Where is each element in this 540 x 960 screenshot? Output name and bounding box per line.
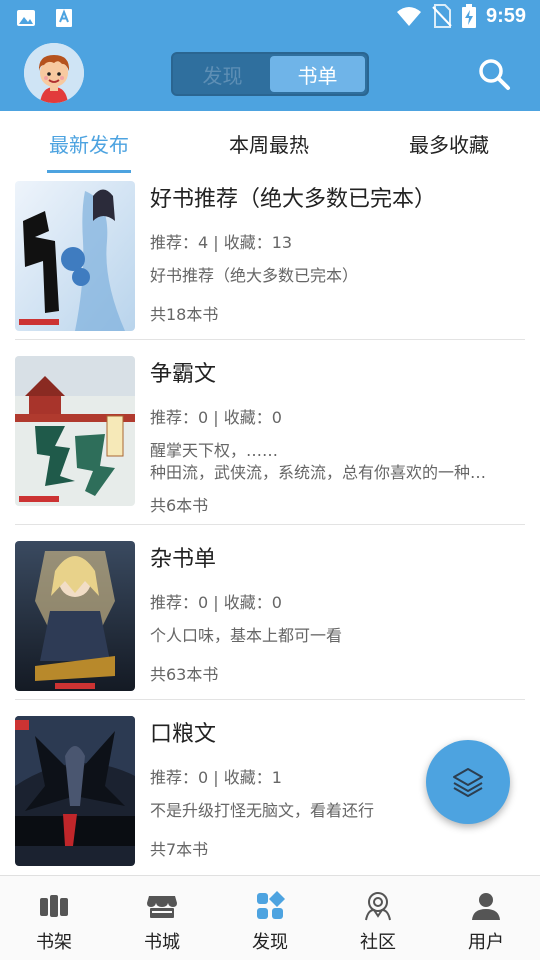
booklist-description: 醒掌天下权，…… 种田流，武侠流，系统流，总有你喜欢的一种… [150,441,487,482]
layers-icon [453,768,483,797]
booklist-title: 争霸文 [150,362,217,387]
app-notification-icon [56,9,72,27]
nav-label: 书架 [36,932,72,953]
nav-bookshelf[interactable]: 书架 [0,876,108,960]
nav-label: 发现 [252,932,288,953]
booklist-stats: 推荐：4 | 收藏：13 [150,233,293,252]
booklist-book-count: 共63本书 [150,665,219,684]
tab-indicator [47,170,131,173]
nav-label: 社区 [360,932,396,953]
segmented-control: 发现 书单 [171,52,369,96]
bottom-navigation: 书架 书城 发现 社区 用户 [0,875,540,960]
booklist-stats: 推荐：0 | 收藏：0 [150,593,282,612]
gallery-notification-icon [17,10,35,26]
app-header: 发现 书单 [0,36,540,111]
tab-most-favorited[interactable]: 最多收藏 [409,129,489,158]
status-bar: 9:59 [0,0,540,36]
discover-icon [257,891,285,919]
booklist-book-count: 共18本书 [150,305,219,324]
booklist-book-count: 共7本书 [150,840,209,859]
nav-community[interactable]: 社区 [324,876,432,960]
layers-fab-button[interactable] [426,740,510,824]
book-cover [15,541,135,691]
booklist-item[interactable]: 杂书单 推荐：0 | 收藏：0 个人口味，基本上都可一看 共63本书 [15,525,525,700]
booklist-stats: 推荐：0 | 收藏：0 [150,408,282,427]
tab-bar: 最新发布 本周最热 最多收藏 [0,111,540,175]
booklist-item[interactable]: 争霸文 推荐：0 | 收藏：0 醒掌天下权，…… 种田流，武侠流，系统流，总有你… [15,340,525,525]
booklist-title: 口粮文 [150,722,217,747]
booklist-stats: 推荐：0 | 收藏：1 [150,768,282,787]
book-cover [15,356,135,506]
booklist-description: 个人口味，基本上都可一看 [150,626,343,645]
booklist-description: 好书推荐（绝大多数已完本） [150,266,359,285]
booklist-item[interactable]: 好书推荐（绝大多数已完本） 推荐：4 | 收藏：13 好书推荐（绝大多数已完本）… [15,175,525,340]
no-sim-icon [432,4,452,28]
booklist-title: 好书推荐（绝大多数已完本） [150,187,437,212]
booklist-title: 杂书单 [150,547,217,572]
booklist-book-count: 共6本书 [150,496,209,515]
book-cover [15,716,135,866]
tab-weekly-hot[interactable]: 本周最热 [229,129,309,158]
nav-discover[interactable]: 发现 [216,876,324,960]
nav-user[interactable]: 用户 [432,876,540,960]
search-icon [479,59,510,90]
bookshelf-icon [40,895,68,917]
nav-bookstore[interactable]: 书城 [108,876,216,960]
nav-label: 用户 [468,932,504,953]
clock: 9:59 [485,4,526,27]
battery-charging-icon [461,4,476,28]
search-button[interactable] [476,56,512,92]
book-cover [15,181,135,331]
nav-label: 书城 [144,932,180,953]
tab-latest[interactable]: 最新发布 [49,129,129,158]
community-icon [365,892,391,921]
user-icon [472,893,500,920]
segment-discover[interactable]: 发现 [175,56,270,92]
store-icon [147,896,177,918]
avatar[interactable] [24,43,84,103]
segment-booklist[interactable]: 书单 [270,56,365,92]
wifi-icon [396,7,421,26]
